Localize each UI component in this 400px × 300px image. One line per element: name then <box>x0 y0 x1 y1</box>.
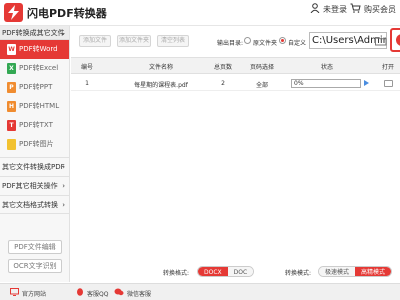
sidebar-item-label: PDF转Word <box>19 45 58 53</box>
col-page-range: 页码选择 <box>249 64 274 71</box>
sidebar-item-pdf-to-ppt[interactable]: P PDF转PPT <box>0 78 69 97</box>
col-index: 编号 <box>80 64 93 71</box>
txt-file-icon: T <box>7 120 16 131</box>
login-label: 未登录 <box>323 4 347 14</box>
website-label: 官方网站 <box>22 290 47 298</box>
sidebar-item-pdf-to-image[interactable]: PDF转图片 <box>0 135 69 154</box>
qq-label: 客服QQ <box>87 291 109 298</box>
add-folder-button[interactable]: 添加文件夹 <box>117 35 151 47</box>
mode-toggle: 极速模式 高精模式 <box>318 266 393 277</box>
radio-custom-label: 自定义 <box>288 40 307 47</box>
sidebar-item-pdf-to-excel[interactable]: X PDF转Excel <box>0 59 69 78</box>
mode-label: 转换模式: <box>285 270 312 277</box>
open-folder-icon[interactable] <box>384 80 393 87</box>
play-icon[interactable] <box>364 80 369 86</box>
wechat-icon <box>114 288 124 298</box>
file-table: 编号 文件名称 总页数 页码选择 状态 打开 1 每星期的课程表.pdf 2 全… <box>71 57 400 257</box>
col-open: 打开 <box>381 64 394 71</box>
output-dir-label: 输出目录: <box>217 40 244 47</box>
col-pages: 总页数 <box>213 64 232 71</box>
chevron-right-icon: › <box>62 201 65 209</box>
radio-source-folder-label: 原文件夹 <box>253 40 278 47</box>
monitor-icon <box>10 288 19 298</box>
website-link[interactable]: 官方网站 <box>10 288 46 298</box>
format-docx-option[interactable]: DOCX <box>198 267 228 276</box>
table-row[interactable]: 1 每星期的课程表.pdf 2 全部 0% <box>71 75 400 91</box>
html-file-icon: H <box>7 101 16 112</box>
sidebar-group-other-formats[interactable]: 其它文档格式转换 › <box>0 195 69 214</box>
cell-filename: 每星期的课程表.pdf <box>134 82 188 89</box>
sidebar-group-other-to-pdf[interactable]: 其它文件转换成PDF › <box>0 157 69 176</box>
sidebar-item-label: PDF转TXT <box>19 121 53 129</box>
buy-label: 购买会员 <box>364 4 396 14</box>
image-file-icon <box>7 139 16 150</box>
wechat-support-link[interactable]: 微信客服 <box>114 288 151 298</box>
ppt-file-icon: P <box>7 82 16 93</box>
app-logo <box>4 3 23 22</box>
format-doc-option[interactable]: DOC <box>227 267 254 276</box>
sidebar: PDF转换成其它文件 ⌄ W PDF转Word X PDF转Excel P PD… <box>0 26 70 282</box>
add-file-button[interactable]: 添加文件 <box>79 35 111 47</box>
sidebar-item-pdf-to-html[interactable]: H PDF转HTML <box>0 97 69 116</box>
sidebar-group-label: 其它文档格式转换 <box>2 201 58 209</box>
radio-source-folder[interactable] <box>244 37 251 44</box>
status-bar: 官方网站 客服QQ 微信客服 <box>0 283 400 300</box>
pdf-edit-button[interactable]: PDF文件编辑 <box>8 240 62 254</box>
user-icon <box>310 3 320 15</box>
qq-support-link[interactable]: 客服QQ <box>76 288 108 299</box>
cell-page-range[interactable]: 全部 <box>247 80 277 89</box>
chevron-down-icon: ⌄ <box>60 29 66 37</box>
sidebar-item-label: PDF转Excel <box>19 64 59 72</box>
sidebar-item-label: PDF转PPT <box>19 83 53 91</box>
folder-open-icon[interactable] <box>375 36 387 46</box>
sidebar-group-pdf-other-ops[interactable]: PDF其它相关操作 › <box>0 176 69 195</box>
buy-member-button[interactable]: 购买会员 <box>350 3 396 15</box>
wechat-label: 微信客服 <box>127 290 152 298</box>
qq-icon <box>76 288 84 299</box>
chevron-right-icon: › <box>62 163 65 171</box>
ocr-button[interactable]: OCR文字识别 <box>8 259 62 273</box>
sidebar-group-label: PDF其它相关操作 <box>2 182 58 190</box>
title-bar: 闪电PDF转换器 未登录 购买会员 <box>0 0 400 26</box>
table-header: 编号 文件名称 总页数 页码选择 状态 打开 <box>71 58 400 74</box>
app-title: 闪电PDF转换器 <box>27 7 107 20</box>
conversion-options: 转换格式: DOCX DOC 转换模式: 极速模式 高精模式 <box>71 262 400 282</box>
format-label: 转换格式: <box>163 270 190 277</box>
col-status: 状态 <box>320 64 333 71</box>
start-convert-button[interactable] <box>390 28 400 52</box>
sidebar-item-label: PDF转HTML <box>19 102 60 110</box>
sidebar-item-label: PDF转图片 <box>19 140 54 148</box>
toolbar: 添加文件 添加文件夹 清空列表 输出目录: 原文件夹 自定义 C:\Users\… <box>71 26 400 55</box>
sidebar-item-pdf-to-word[interactable]: W PDF转Word <box>0 40 69 59</box>
progress-bar: 0% <box>291 79 361 88</box>
chevron-right-icon: › <box>62 182 65 190</box>
sidebar-header-label: PDF转换成其它文件 <box>2 29 65 37</box>
cell-index: 1 <box>85 80 89 87</box>
cart-icon <box>350 3 361 15</box>
excel-file-icon: X <box>7 63 16 74</box>
sidebar-item-pdf-to-txt[interactable]: T PDF转TXT <box>0 116 69 135</box>
clear-list-button[interactable]: 清空列表 <box>157 35 189 47</box>
sidebar-header-pdf-to-other[interactable]: PDF转换成其它文件 ⌄ <box>0 26 69 40</box>
radio-custom[interactable] <box>279 37 286 44</box>
mode-precise-option[interactable]: 高精模式 <box>355 267 392 276</box>
word-file-icon: W <box>7 44 16 55</box>
sidebar-group-label: 其它文件转换成PDF <box>2 163 65 171</box>
mode-fast-option[interactable]: 极速模式 <box>319 267 356 276</box>
col-filename: 文件名称 <box>148 64 173 71</box>
cell-pages: 2 <box>221 80 225 87</box>
format-toggle: DOCX DOC <box>197 266 255 277</box>
login-button[interactable]: 未登录 <box>310 3 347 15</box>
